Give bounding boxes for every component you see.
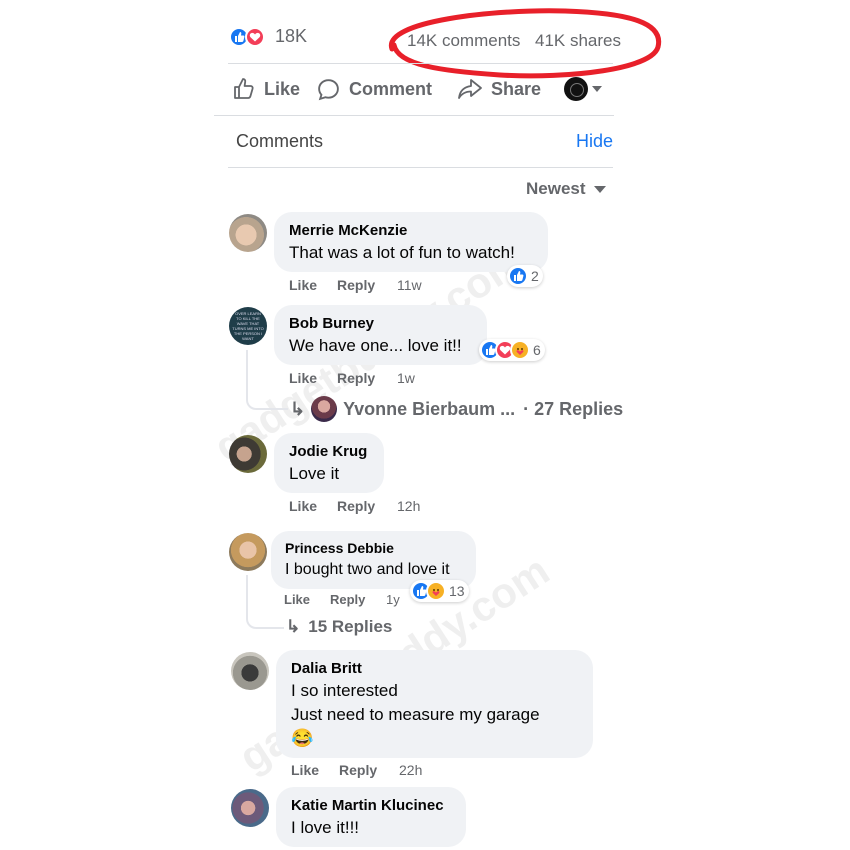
replies-count: 15 Replies: [308, 617, 393, 636]
reply-thread-line: [246, 575, 284, 629]
comment-text: I love it!!!: [291, 818, 360, 837]
comment-like-link[interactable]: Like: [284, 592, 310, 607]
comment-bubble: [274, 433, 384, 493]
hide-comments-link[interactable]: Hide: [576, 131, 613, 152]
comment-author[interactable]: Dalia Britt: [291, 660, 362, 677]
comment-reply-link[interactable]: Reply: [330, 592, 365, 607]
comment-author[interactable]: Merrie McKenzie: [289, 222, 407, 239]
care-reaction-icon: [426, 581, 446, 601]
comment-like-link[interactable]: Like: [289, 370, 317, 386]
comment-text: That was a lot of fun to watch!: [289, 243, 515, 262]
comment-like-link[interactable]: Like: [289, 498, 317, 514]
like-reaction-icon: [508, 266, 528, 286]
comments-title: Comments: [236, 131, 324, 151]
reaction-count: 18K: [275, 26, 308, 46]
comment-time: 22h: [399, 762, 423, 778]
like-button[interactable]: Like: [232, 76, 300, 102]
care-reaction-icon: [510, 340, 530, 360]
reply-preview-author: Yvonne Bierbaum ...: [343, 398, 516, 419]
comment-author[interactable]: Katie Martin Klucinec: [291, 797, 444, 814]
avatar: [311, 396, 338, 422]
like-button-label: Like: [264, 78, 301, 99]
comment-button-label: Comment: [349, 78, 433, 99]
chevron-down-icon: [592, 86, 602, 92]
thumbs-up-icon: [234, 78, 254, 99]
laughing-emoji: 😂: [291, 728, 314, 748]
comment-reply-link[interactable]: Reply: [337, 498, 375, 514]
comment-time: 1y: [386, 592, 400, 607]
reply-thread-line: [246, 350, 288, 410]
stats-divider: [228, 63, 613, 64]
reaction-number: 6: [533, 342, 541, 358]
reaction-count-badge[interactable]: 13: [410, 580, 469, 602]
reaction-number: 2: [531, 268, 539, 284]
comment-text-line: Just need to measure my garage: [291, 705, 540, 724]
comment-button[interactable]: Comment: [316, 76, 432, 102]
comment-like-link[interactable]: Like: [289, 277, 317, 293]
comment-reply-link[interactable]: Reply: [337, 370, 375, 386]
comment-author[interactable]: Jodie Krug: [289, 443, 367, 460]
avatar[interactable]: [229, 435, 267, 473]
annotation-circle: [389, 8, 662, 79]
page-avatar: [564, 77, 588, 101]
header-divider: [228, 167, 613, 168]
love-reaction-icon: [245, 26, 265, 47]
avatar[interactable]: [231, 789, 269, 827]
comment-bubble: [274, 305, 487, 365]
share-button[interactable]: Share: [457, 76, 541, 102]
comment-time: 11w: [397, 277, 422, 293]
comment-bubble: [274, 212, 548, 272]
view-replies-link[interactable]: ↳ Yvonne Bierbaum ... · 27 Replies: [290, 396, 623, 422]
share-button-label: Share: [491, 78, 542, 99]
sort-dropdown[interactable]: Newest: [526, 179, 606, 199]
comment-text-line: I so interested: [291, 681, 398, 700]
share-arrow-icon: [458, 79, 482, 99]
comment-text: Love it: [289, 464, 340, 483]
comment-time: 1w: [397, 370, 415, 386]
reply-count: · 27 Replies: [523, 398, 624, 419]
comment-like-link[interactable]: Like: [291, 762, 319, 778]
comment-reply-link[interactable]: Reply: [337, 277, 375, 293]
sort-label: Newest: [526, 179, 586, 198]
comment-text: I bought two and love it: [285, 561, 450, 578]
avatar[interactable]: OVER LEARN TO KILL THE WAVE THAT TURNS M…: [229, 307, 267, 345]
actions-divider: [214, 115, 614, 116]
comment-author[interactable]: Bob Burney: [289, 315, 374, 332]
reaction-summary[interactable]: 18K: [229, 26, 307, 47]
comment-text: We have one... love it!!: [289, 336, 462, 355]
reply-arrow-icon: ↳: [290, 398, 306, 419]
chevron-down-icon: [593, 185, 606, 193]
comment-bubble-icon: [318, 78, 339, 100]
reaction-count-badge[interactable]: 6: [479, 339, 545, 361]
comment-bubble: [276, 787, 466, 847]
view-replies-link[interactable]: ↳ 15 Replies: [286, 617, 392, 637]
comment-author[interactable]: Princess Debbie: [285, 540, 394, 556]
avatar[interactable]: [231, 652, 269, 690]
comment-time: 12h: [397, 498, 421, 514]
avatar[interactable]: [229, 533, 267, 571]
post-as-selector[interactable]: [564, 77, 602, 101]
reply-arrow-icon: ↳: [286, 617, 301, 636]
reaction-count-badge[interactable]: 2: [507, 265, 543, 287]
avatar[interactable]: [229, 214, 267, 252]
reaction-number: 13: [449, 583, 465, 599]
comment-reply-link[interactable]: Reply: [339, 762, 377, 778]
